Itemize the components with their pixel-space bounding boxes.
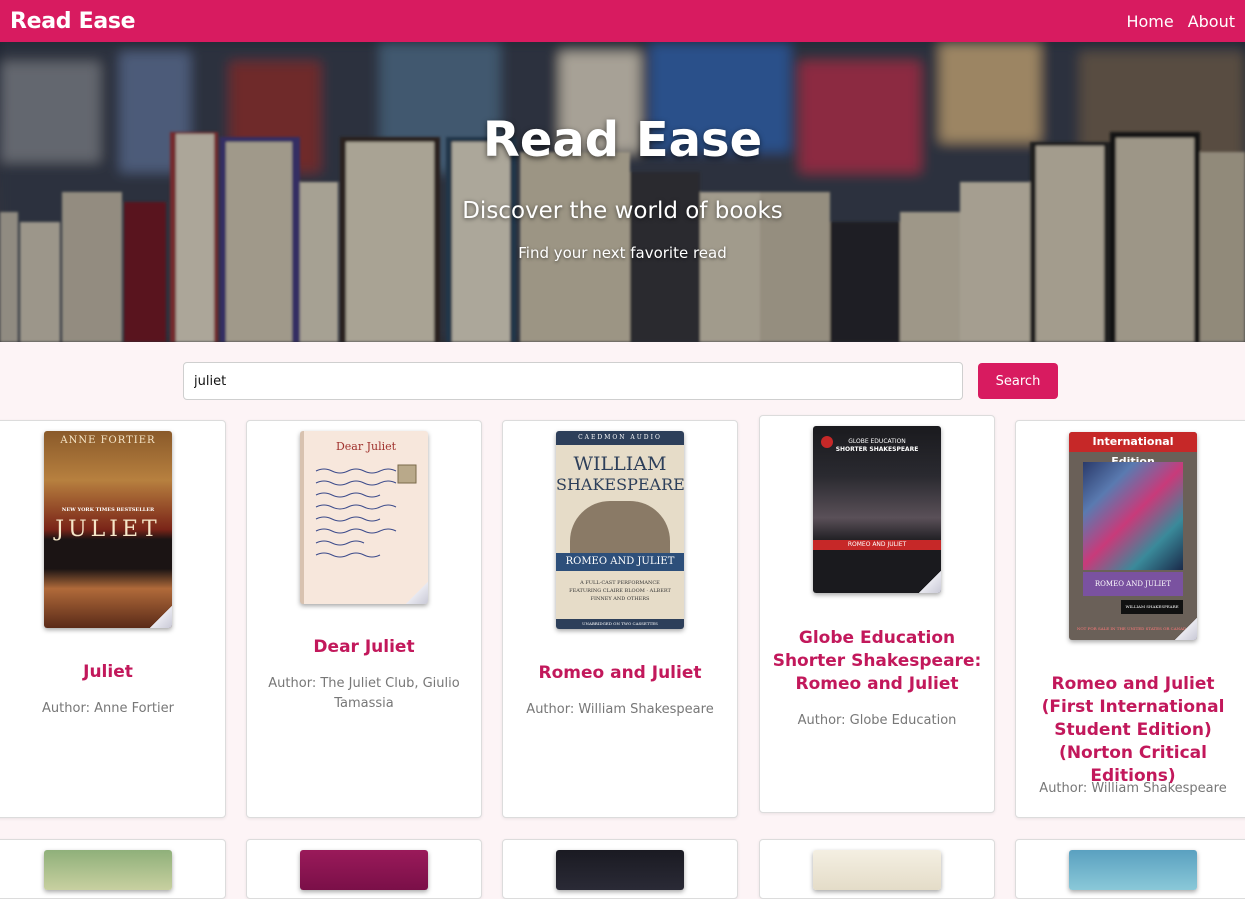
hero-subtitle: Discover the world of books bbox=[462, 198, 783, 224]
book-cover-image bbox=[44, 850, 172, 890]
book-cover-image bbox=[300, 850, 428, 890]
book-author: Author: William Shakespeare bbox=[1039, 781, 1227, 796]
book-cover-image bbox=[556, 850, 684, 890]
nav-home-link[interactable]: Home bbox=[1126, 12, 1173, 31]
book-card[interactable] bbox=[246, 839, 482, 899]
book-card[interactable] bbox=[1015, 839, 1245, 899]
brand-logo-link[interactable]: Read Ease bbox=[10, 9, 136, 34]
book-cover-image bbox=[1069, 850, 1197, 890]
book-card[interactable] bbox=[502, 839, 738, 899]
book-author: Author: William Shakespeare bbox=[526, 702, 714, 717]
book-card[interactable] bbox=[0, 839, 226, 899]
book-title[interactable]: Dear Juliet bbox=[257, 636, 471, 659]
nav-about-link[interactable]: About bbox=[1188, 12, 1235, 31]
book-author: Author: The Juliet Club, Giulio Tamassia bbox=[268, 676, 460, 711]
navbar: Read Ease Home About bbox=[0, 0, 1245, 42]
nav-links: Home About bbox=[1126, 12, 1235, 31]
book-cover-image: International Edition ROMEO AND JULIET W… bbox=[1069, 432, 1197, 640]
book-cover-image: CAEDMON AUDIO WILLIAM SHAKESPEARE ROMEO … bbox=[556, 431, 684, 629]
book-author: Author: Globe Education bbox=[797, 713, 957, 728]
book-card[interactable]: International Edition ROMEO AND JULIET W… bbox=[1015, 420, 1245, 818]
book-card[interactable]: CAEDMON AUDIO WILLIAM SHAKESPEARE ROMEO … bbox=[502, 420, 738, 818]
search-input[interactable] bbox=[183, 362, 963, 400]
book-cover-image bbox=[813, 850, 941, 890]
book-title[interactable]: Globe Education Shorter Shakespeare: Rom… bbox=[770, 627, 984, 696]
search-button[interactable]: Search bbox=[978, 363, 1058, 399]
book-title[interactable]: Juliet bbox=[1, 661, 215, 684]
book-card[interactable]: ANNE FORTIER NEW YORK TIMES BESTSELLER J… bbox=[0, 420, 226, 818]
book-card[interactable]: Dear Juliet Dear Juliet Author: The Juli… bbox=[246, 420, 482, 818]
book-card[interactable]: GLOBE EDUCATION SHORTER SHAKESPEARE ROME… bbox=[759, 415, 995, 813]
book-card[interactable] bbox=[759, 839, 995, 899]
book-author: Author: Anne Fortier bbox=[42, 701, 174, 716]
book-title[interactable]: Romeo and Juliet (First International St… bbox=[1026, 673, 1240, 788]
book-cover-image: ANNE FORTIER NEW YORK TIMES BESTSELLER J… bbox=[44, 431, 172, 628]
book-title[interactable]: Romeo and Juliet bbox=[513, 662, 727, 685]
hero-banner: Read Ease Discover the world of books Fi… bbox=[0, 42, 1245, 342]
handwriting-illustration bbox=[315, 464, 417, 558]
hero-tagline: Find your next favorite read bbox=[518, 244, 727, 262]
book-cover-image: GLOBE EDUCATION SHORTER SHAKESPEARE ROME… bbox=[813, 426, 941, 593]
hero-title: Read Ease bbox=[482, 112, 763, 168]
book-cover-image: Dear Juliet bbox=[300, 431, 428, 604]
